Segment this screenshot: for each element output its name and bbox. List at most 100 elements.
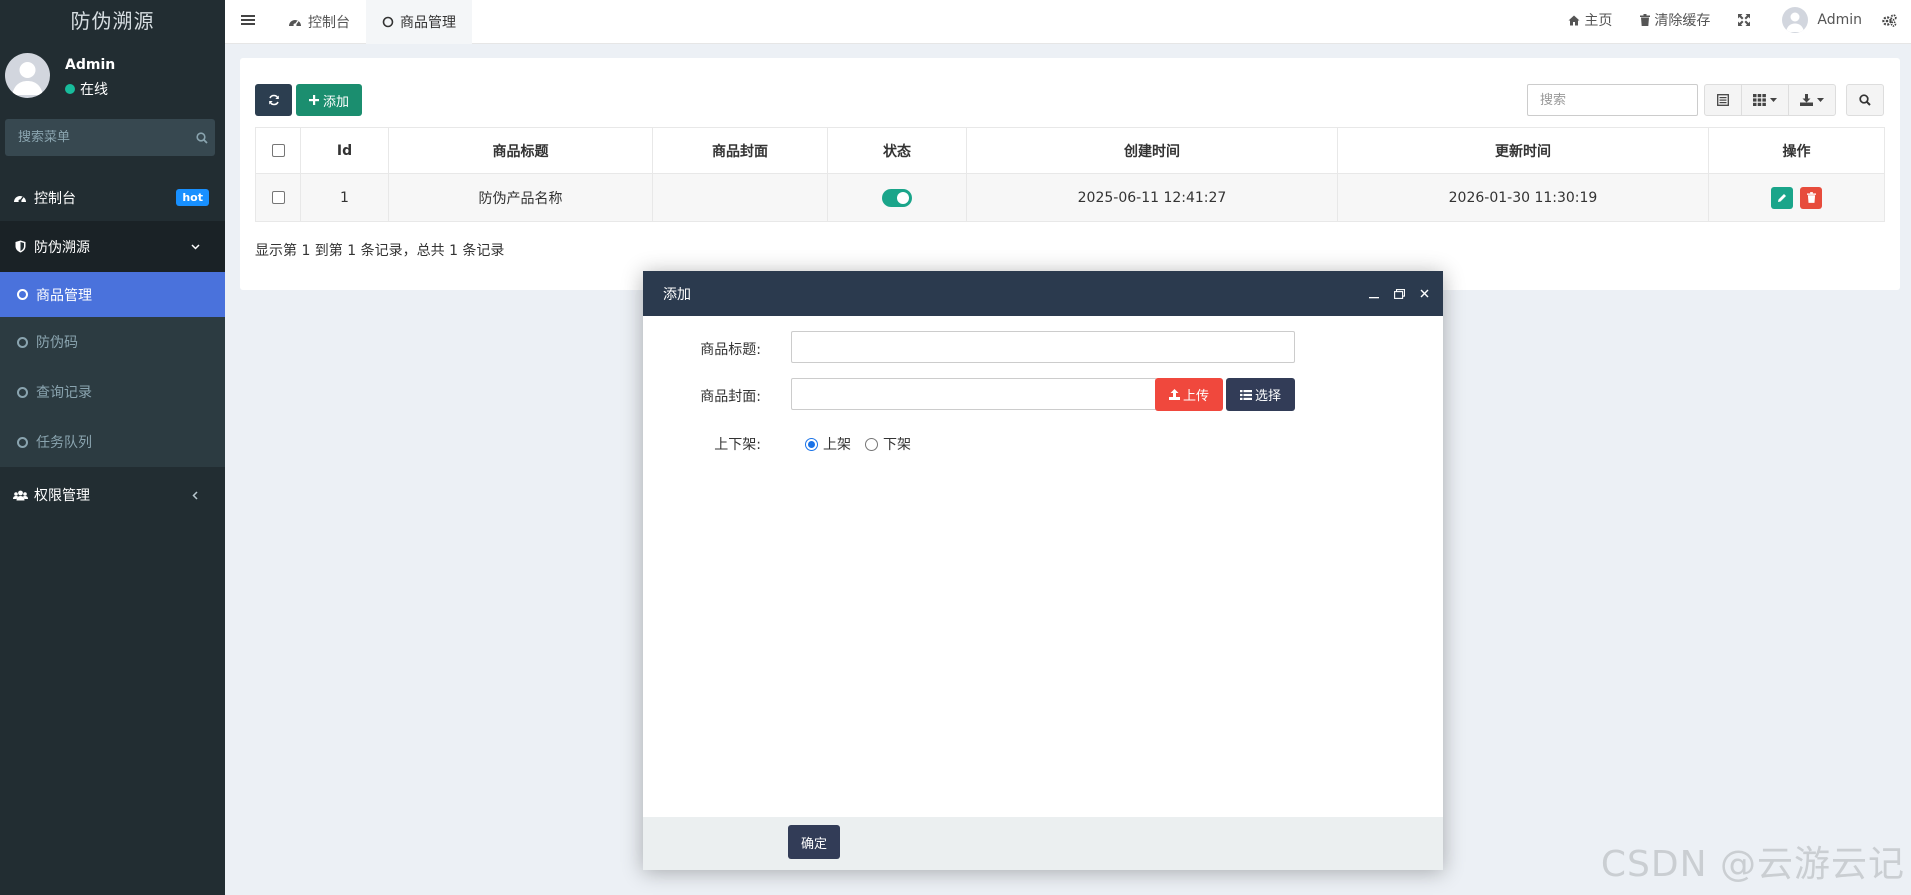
upload-label: 上传	[1182, 389, 1209, 404]
table-search-input[interactable]	[1527, 84, 1698, 116]
column-header[interactable]: 创建时间	[966, 127, 1338, 174]
dashboard-icon	[288, 16, 302, 28]
form-row-title: 商品标题:	[643, 331, 1443, 365]
cell-actions	[1708, 173, 1885, 222]
hot-badge: hot	[176, 189, 209, 206]
radio-off-shelf-input[interactable]	[865, 437, 878, 451]
app-logo[interactable]: 防伪溯源	[0, 0, 225, 38]
sidebar-item-dashboard[interactable]: 控制台 hot	[0, 174, 225, 221]
list-view-icon	[1717, 94, 1729, 106]
close-icon[interactable]	[1420, 271, 1429, 316]
list-icon	[1239, 389, 1252, 400]
header-user-name: Admin	[1817, 12, 1862, 28]
column-header[interactable]: 商品标题	[388, 127, 653, 174]
sidebar-item-label: 权限管理	[34, 488, 90, 504]
advanced-search-button[interactable]	[1846, 84, 1884, 116]
sidebar-item-permissions[interactable]: 权限管理	[0, 467, 225, 523]
form-row-status: 上下架: 上架 下架	[643, 426, 1443, 460]
column-header[interactable]: Id	[300, 127, 389, 174]
submenu-traceability: 商品管理 防伪码 查询记录 任务队列	[0, 272, 225, 467]
title-label: 商品标题:	[700, 342, 761, 358]
fullscreen-button[interactable]	[1724, 14, 1768, 26]
circle-icon	[17, 436, 28, 448]
dialog-header[interactable]: 添加	[643, 271, 1443, 316]
caret-down-icon	[1770, 98, 1777, 102]
grid-icon	[1753, 94, 1766, 106]
status-text: 在线	[80, 82, 108, 98]
cover-input[interactable]	[791, 378, 1157, 410]
add-button[interactable]: 添加	[296, 84, 362, 116]
sidebar-subitem-label: 商品管理	[36, 287, 92, 304]
cell-created: 2025-06-11 12:41:27	[966, 173, 1338, 222]
table-row: 1 防伪产品名称 2025-06-11 12:41:27 2026-01-30 …	[255, 173, 1885, 222]
tab-dashboard[interactable]: 控制台	[272, 0, 366, 44]
select-label: 选择	[1254, 389, 1281, 404]
row-select-cell	[255, 173, 301, 222]
fullscreen-icon	[1738, 14, 1751, 26]
edit-button[interactable]	[1770, 186, 1793, 209]
circle-icon	[17, 336, 28, 348]
dashboard-icon	[12, 192, 28, 204]
add-dialog: 添加 商品标题: 商品封面: 上传 选择 上下架: 上架 下架 确定	[643, 271, 1443, 870]
user-status: 在线	[65, 79, 108, 99]
column-header[interactable]: 更新时间	[1337, 127, 1709, 174]
menu-toggle-icon[interactable]	[239, 11, 257, 29]
user-panel: Admin 在线	[0, 38, 225, 114]
table-header-row: Id 商品标题 商品封面 状态 创建时间 更新时间 操作	[255, 127, 1885, 174]
sidebar-subitem-label: 防伪码	[36, 335, 78, 351]
online-dot-icon	[65, 84, 75, 94]
dialog-title: 添加	[663, 286, 691, 303]
sidebar-item-product-management[interactable]: 商品管理	[0, 272, 225, 317]
status-toggle[interactable]	[882, 188, 912, 207]
sidebar-item-task-queue[interactable]: 任务队列	[0, 417, 225, 467]
chevron-left-icon	[187, 490, 203, 500]
sidebar-item-query-records[interactable]: 查询记录	[0, 367, 225, 417]
clear-cache-button[interactable]: 清除缓存	[1626, 10, 1724, 30]
export-button[interactable]	[1788, 84, 1836, 116]
users-icon	[12, 490, 28, 501]
home-icon	[1568, 15, 1580, 26]
form-row-cover: 商品封面: 上传 选择	[643, 378, 1443, 412]
settings-button[interactable]	[1876, 13, 1911, 27]
search-icon	[1859, 94, 1871, 106]
column-header[interactable]: 状态	[827, 127, 967, 174]
pagination-summary: 显示第 1 到第 1 条记录，总共 1 条记录	[255, 243, 505, 259]
sidebar: 防伪溯源 Admin 在线 控制台 hot 防伪溯源	[0, 0, 225, 895]
search-icon[interactable]	[188, 131, 215, 144]
column-header: 操作	[1708, 127, 1885, 174]
maximize-icon[interactable]	[1394, 271, 1405, 316]
column-header[interactable]: 商品封面	[652, 127, 828, 174]
select-button[interactable]: 选择	[1226, 378, 1295, 411]
delete-button[interactable]	[1800, 186, 1823, 209]
trash-icon	[1806, 192, 1816, 203]
minimize-icon[interactable]	[1369, 271, 1379, 316]
clear-cache-label: 清除缓存	[1654, 13, 1711, 29]
upload-button[interactable]: 上传	[1155, 378, 1223, 411]
radio-on-shelf[interactable]: 上架	[805, 434, 851, 454]
user-name: Admin	[65, 57, 116, 73]
home-link[interactable]: 主页	[1554, 10, 1626, 30]
download-icon	[1800, 94, 1813, 106]
toggle-view-button[interactable]	[1704, 84, 1742, 116]
status-label: 上下架:	[714, 437, 761, 453]
refresh-button[interactable]	[255, 84, 292, 116]
cell-id: 1	[300, 173, 389, 222]
trash-icon	[1640, 14, 1651, 26]
radio-off-shelf[interactable]: 下架	[865, 434, 911, 454]
circle-icon	[17, 289, 28, 300]
sidebar-search-input[interactable]	[5, 130, 188, 145]
content-panel: 添加 搜索 Id 商品标题 商品封面 状态 创建时间 更新时间 操作 1 防伪产…	[240, 58, 1900, 290]
title-input[interactable]	[791, 331, 1295, 363]
tab-label: 商品管理	[400, 15, 456, 31]
select-all-checkbox[interactable]	[271, 144, 285, 157]
tab-product-management[interactable]: 商品管理	[366, 0, 472, 44]
sidebar-item-traceability[interactable]: 防伪溯源	[0, 221, 225, 272]
sidebar-item-anti-fake-code[interactable]: 防伪码	[0, 317, 225, 367]
row-checkbox[interactable]	[271, 191, 285, 204]
columns-button[interactable]	[1741, 84, 1789, 116]
radio-on-shelf-input[interactable]	[805, 437, 818, 451]
avatar	[5, 53, 50, 98]
confirm-button[interactable]: 确定	[788, 825, 840, 859]
sidebar-item-label: 防伪溯源	[34, 239, 90, 256]
user-menu[interactable]: Admin	[1768, 7, 1876, 33]
